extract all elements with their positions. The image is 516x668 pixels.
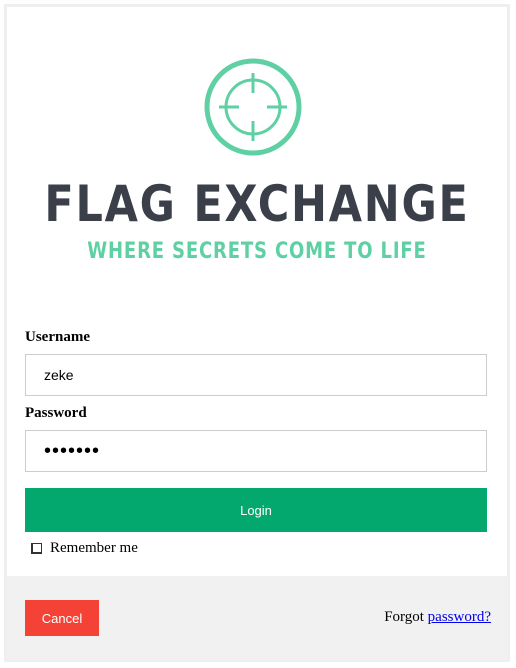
login-button[interactable]: Login (25, 488, 487, 532)
forgot-password: Forgot password? (384, 609, 491, 626)
brand-title: FLAG EXCHANGE (44, 175, 470, 233)
remember-me-label: Remember me (50, 540, 138, 556)
username-input[interactable]: zeke (25, 354, 487, 396)
remember-me[interactable]: Remember me (31, 540, 138, 557)
login-button-label: Login (240, 502, 272, 518)
username-label: Username (25, 329, 90, 345)
password-input[interactable]: ••••••• (25, 430, 487, 472)
login-card: FLAG EXCHANGE WHERE SECRETS COME TO LIFE… (4, 4, 510, 662)
password-label: Password (25, 405, 87, 421)
username-value: zeke (44, 367, 74, 383)
password-value: ••••••• (44, 439, 101, 462)
forgot-prefix: Forgot (384, 609, 424, 625)
remember-me-checkbox[interactable] (31, 543, 42, 554)
form-footer: Cancel Forgot password? (7, 576, 507, 659)
crosshair-target-icon (204, 58, 302, 156)
cancel-button-label: Cancel (41, 610, 83, 626)
brand-logo: FLAG EXCHANGE WHERE SECRETS COME TO LIFE (7, 7, 507, 307)
brand-tagline: WHERE SECRETS COME TO LIFE (87, 239, 427, 264)
cancel-button[interactable]: Cancel (25, 600, 99, 636)
forgot-password-link[interactable]: password? (428, 609, 491, 625)
